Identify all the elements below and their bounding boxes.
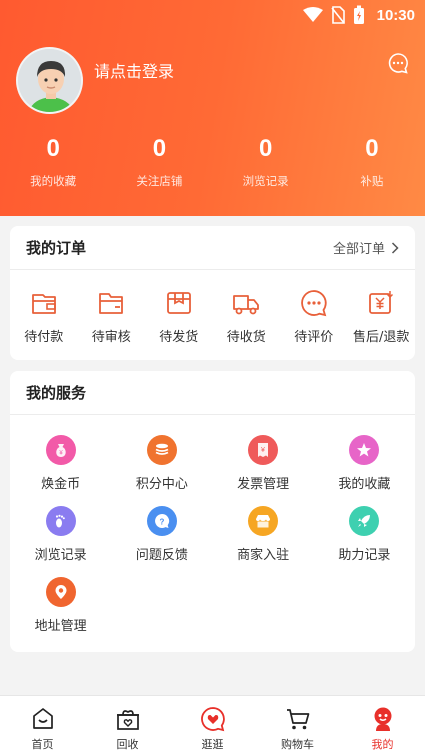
login-prompt[interactable]: 请点击登录 xyxy=(94,58,174,82)
service-feedback[interactable]: ? 问题反馈 xyxy=(111,506,212,563)
tab-label: 首页 xyxy=(31,738,54,751)
orders-card: 我的订单 全部订单 待付款 待审核 待发货 待收货 待评价 售后/退款 xyxy=(10,226,415,360)
service-address[interactable]: 地址管理 xyxy=(10,577,111,634)
bottom-tab-bar: 首页 回收 逛逛 购物车 我的 xyxy=(0,695,425,755)
stat-value: 0 xyxy=(152,135,167,162)
status-bar: 10:30 xyxy=(0,0,425,30)
tab-label: 逛逛 xyxy=(201,738,224,751)
service-label: 浏览记录 xyxy=(34,548,87,563)
location-icon xyxy=(45,577,76,607)
svg-text:?: ? xyxy=(159,517,164,526)
recycle-gift-icon xyxy=(116,710,139,730)
service-label: 发票管理 xyxy=(237,477,290,492)
tab-label: 回收 xyxy=(116,738,139,751)
battery-icon xyxy=(353,5,364,24)
service-points[interactable]: 积分中心 xyxy=(111,435,212,492)
order-label: 待审核 xyxy=(91,330,131,345)
stat-label: 关注店铺 xyxy=(136,174,183,188)
footprint-icon xyxy=(45,506,76,536)
stat-browse-history[interactable]: 0 浏览记录 xyxy=(213,135,319,189)
service-label: 问题反馈 xyxy=(135,548,188,563)
tab-label: 购物车 xyxy=(281,738,314,751)
tab-browse[interactable]: 逛逛 xyxy=(170,696,255,755)
tab-cart[interactable]: 购物车 xyxy=(255,696,340,755)
service-merchant[interactable]: 商家入驻 xyxy=(213,506,314,563)
services-title: 我的服务 xyxy=(26,384,87,402)
services-grid: ¥ 焕金币 积分中心 ¥ 发票管理 我的收藏 浏览记录 ? 问题反馈 商家入驻 … xyxy=(10,415,415,634)
services-card-header: 我的服务 xyxy=(10,371,415,415)
rocket-icon xyxy=(349,506,380,536)
stat-label: 补贴 xyxy=(360,174,384,188)
truck-icon xyxy=(233,295,260,315)
stat-followed-shops[interactable]: 0 关注店铺 xyxy=(106,135,212,189)
orders-title: 我的订单 xyxy=(26,239,87,257)
stat-subsidy[interactable]: 0 补贴 xyxy=(319,135,425,189)
stat-label: 我的收藏 xyxy=(30,174,77,188)
order-pending-receipt[interactable]: 待收货 xyxy=(213,288,281,345)
stat-label: 浏览记录 xyxy=(242,174,289,188)
order-label: 待付款 xyxy=(24,330,64,345)
chevron-right-icon xyxy=(391,241,399,254)
service-label: 我的收藏 xyxy=(338,477,391,492)
wifi-icon xyxy=(302,7,323,22)
service-label: 助力记录 xyxy=(338,548,391,563)
stats-row: 0 我的收藏 0 关注店铺 0 浏览记录 0 补贴 xyxy=(0,135,425,189)
service-label: 商家入驻 xyxy=(237,548,290,563)
home-icon xyxy=(32,708,53,729)
refund-icon xyxy=(369,291,394,314)
stat-value: 0 xyxy=(46,135,60,162)
service-label: 积分中心 xyxy=(135,477,188,492)
tab-home[interactable]: 首页 xyxy=(0,696,85,755)
all-orders-link[interactable]: 全部订单 xyxy=(333,238,399,257)
order-pending-shipment[interactable]: 待发货 xyxy=(145,288,213,345)
profile-header: 10:30 请点击登录 0 我的收藏 0 关注店铺 0 浏览记录 0 补贴 xyxy=(0,0,425,216)
service-invoice[interactable]: ¥ 发票管理 xyxy=(213,435,314,492)
svg-text:¥: ¥ xyxy=(261,447,265,454)
orders-row: 待付款 待审核 待发货 待收货 待评价 售后/退款 xyxy=(10,270,415,345)
service-label: 地址管理 xyxy=(34,619,87,634)
service-coins[interactable]: ¥ 焕金币 xyxy=(10,435,111,492)
tab-recycle[interactable]: 回收 xyxy=(85,696,170,755)
coins-icon xyxy=(146,435,177,465)
order-pending-review[interactable]: 待审核 xyxy=(78,288,146,345)
order-label: 待发货 xyxy=(159,330,199,345)
invoice-icon: ¥ xyxy=(248,435,279,465)
order-pending-comment[interactable]: 待评价 xyxy=(280,288,348,345)
tab-label: 我的 xyxy=(371,738,394,751)
shop-icon xyxy=(248,506,279,536)
all-orders-label: 全部订单 xyxy=(332,242,385,257)
no-sim-icon xyxy=(331,6,345,24)
user-avatar-icon xyxy=(18,49,81,112)
order-label: 待收货 xyxy=(226,330,266,345)
status-time: 10:30 xyxy=(376,6,415,24)
question-icon: ? xyxy=(146,506,177,536)
service-label: 焕金币 xyxy=(41,477,81,492)
service-history[interactable]: 浏览记录 xyxy=(10,506,111,563)
stat-value: 0 xyxy=(258,135,273,162)
order-label: 售后/退款 xyxy=(353,330,410,345)
coin-bag-icon: ¥ xyxy=(45,435,76,465)
order-label: 待评价 xyxy=(294,330,334,345)
message-icon[interactable] xyxy=(387,52,409,78)
orders-card-header: 我的订单 全部订单 xyxy=(10,226,415,270)
service-boost[interactable]: 助力记录 xyxy=(314,506,415,563)
folder-icon xyxy=(99,293,124,314)
service-favorites[interactable]: 我的收藏 xyxy=(314,435,415,492)
order-after-sales[interactable]: 售后/退款 xyxy=(348,288,416,345)
profile-icon xyxy=(374,707,391,731)
wallet-icon xyxy=(31,294,56,314)
stat-favorites[interactable]: 0 我的收藏 xyxy=(0,135,106,189)
order-pending-payment[interactable]: 待付款 xyxy=(10,288,78,345)
tab-mine[interactable]: 我的 xyxy=(340,696,425,755)
stat-value: 0 xyxy=(365,135,379,162)
package-icon xyxy=(166,292,191,314)
cart-icon xyxy=(286,709,309,730)
star-icon xyxy=(349,435,380,465)
avatar[interactable] xyxy=(16,47,83,114)
comment-icon xyxy=(301,290,327,317)
services-card: 我的服务 ¥ 焕金币 积分中心 ¥ 发票管理 我的收藏 浏览记录 ? 问题反馈 … xyxy=(10,371,415,652)
heart-chat-icon xyxy=(200,707,225,732)
